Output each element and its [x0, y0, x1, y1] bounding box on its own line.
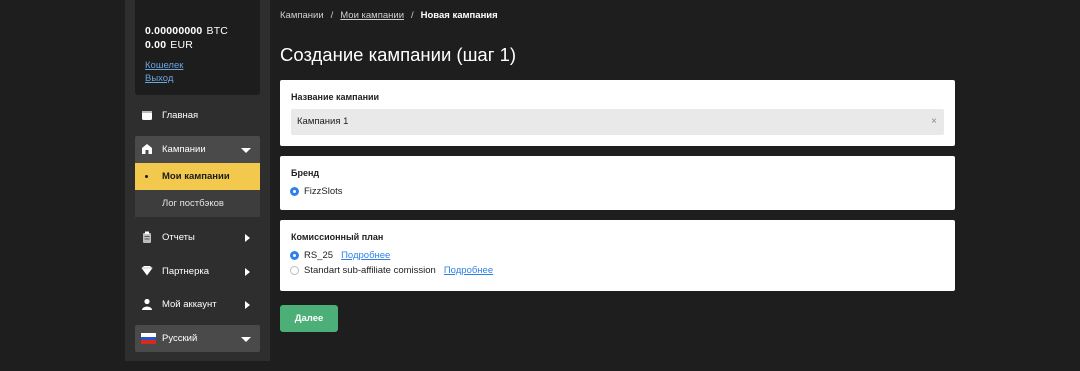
radio-unselected[interactable]	[290, 266, 299, 275]
chevron-right-icon	[245, 234, 250, 242]
sidebar-item-postback-log[interactable]: Лог постбэков	[135, 190, 260, 217]
plan-option-label: Standart sub-affiliate comission	[304, 265, 436, 276]
campaigns-icon	[142, 144, 152, 154]
russian-flag-icon	[141, 333, 156, 344]
campaign-name-value: Кампания 1	[297, 116, 349, 127]
diamond-icon	[141, 266, 153, 276]
plan-option[interactable]: RS_25 Подробнее	[290, 250, 390, 261]
sidebar-item-label: Отчеты	[162, 232, 195, 243]
btc-balance: 0.00000000 BTC	[145, 25, 228, 37]
sidebar: 0.00000000 BTC 0.00 EUR Кошелек Выход Глав…	[125, 0, 270, 361]
clipboard-icon	[143, 231, 151, 243]
commission-plan-card: Комиссионный план RS_25 Подробнее Standa…	[280, 220, 955, 291]
breadcrumb-my-campaigns[interactable]: Мои кампании	[340, 10, 404, 21]
sidebar-item-my-campaigns[interactable]: Мои кампании	[135, 163, 260, 190]
chevron-down-icon	[241, 148, 251, 153]
breadcrumb-separator: /	[330, 10, 334, 21]
sidebar-item-home[interactable]: Главная	[135, 102, 260, 129]
chevron-down-icon	[241, 337, 251, 342]
details-link[interactable]: Подробнее	[444, 265, 493, 276]
eur-balance: 0.00 EUR	[145, 39, 193, 51]
breadcrumb-campaigns[interactable]: Кампании	[280, 10, 324, 21]
clear-icon[interactable]: ×	[931, 116, 937, 127]
sidebar-item-label: Главная	[162, 110, 199, 121]
details-link[interactable]: Подробнее	[341, 250, 390, 261]
campaign-name-label: Название кампании	[291, 92, 380, 102]
plan-option[interactable]: Standart sub-affiliate comission Подробн…	[290, 265, 493, 276]
sidebar-item-label: Партнерка	[162, 266, 209, 277]
campaign-name-input[interactable]: Кампания 1 ×	[291, 109, 944, 135]
eur-currency: EUR	[170, 39, 194, 51]
brand-label: Бренд	[291, 168, 320, 178]
radio-selected[interactable]	[290, 187, 299, 196]
sidebar-item-label: Лог постбэков	[162, 198, 224, 209]
plan-option-label: RS_25	[304, 250, 334, 261]
brand-option[interactable]: FizzSlots	[290, 186, 343, 197]
wallet-link[interactable]: Кошелек	[145, 60, 183, 71]
btc-currency: BTC	[206, 25, 229, 37]
eur-amount: 0.00	[145, 39, 167, 51]
sidebar-item-label: Кампании	[162, 144, 206, 155]
campaign-name-card: Название кампании Кампания 1 ×	[280, 80, 955, 146]
home-icon	[142, 111, 152, 120]
breadcrumb-separator: /	[411, 10, 414, 21]
bullet-icon	[145, 175, 148, 178]
chevron-right-icon	[245, 268, 250, 276]
logout-link[interactable]: Выход	[145, 73, 173, 84]
btc-amount: 0.00000000	[145, 25, 203, 37]
brand-option-label: FizzSlots	[304, 186, 343, 197]
sidebar-item-reports[interactable]: Отчеты	[135, 224, 260, 251]
sidebar-item-partner[interactable]: Партнерка	[135, 258, 260, 285]
brand-card: Бренд FizzSlots	[280, 156, 955, 210]
sidebar-item-my-account[interactable]: Мой аккаунт	[135, 291, 260, 318]
breadcrumb: Кампании / Мои кампании / Новая кампания	[280, 10, 498, 21]
sidebar-item-campaigns[interactable]: Кампании	[135, 136, 260, 163]
sidebar-item-label: Мой аккаунт	[162, 299, 217, 310]
next-button[interactable]: Далее	[280, 305, 338, 332]
chevron-right-icon	[245, 301, 250, 309]
commission-plan-label: Комиссионный план	[291, 232, 384, 242]
user-icon	[142, 298, 152, 310]
balance-panel: 0.00000000 BTC 0.00 EUR Кошелек Выход	[135, 0, 260, 95]
language-label: Русский	[162, 333, 198, 344]
page-title: Создание кампании (шаг 1)	[280, 44, 517, 65]
breadcrumb-current: Новая кампания	[420, 10, 498, 21]
language-selector[interactable]: Русский	[135, 325, 260, 352]
radio-selected[interactable]	[290, 251, 299, 260]
sidebar-item-label: Мои кампании	[162, 171, 230, 182]
